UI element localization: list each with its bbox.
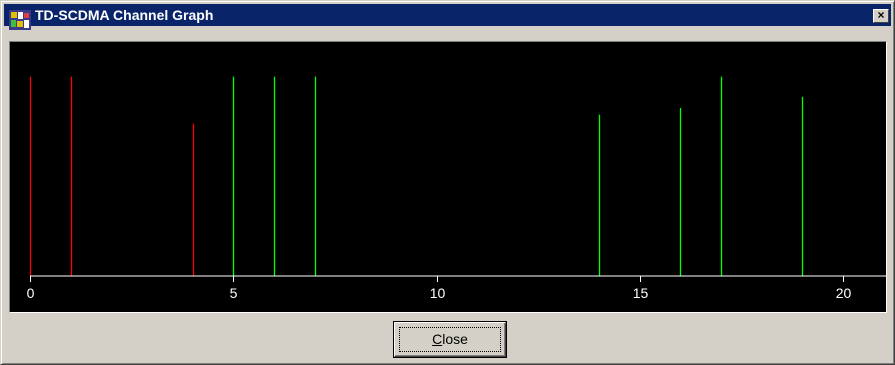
close-button-label: Close bbox=[394, 331, 506, 347]
x-tick-label-5: 5 bbox=[230, 285, 238, 301]
close-icon[interactable]: × bbox=[873, 9, 889, 23]
plot-frame: 0 5 10 15 20 bbox=[9, 41, 887, 313]
close-button[interactable]: Close bbox=[393, 321, 507, 358]
channel-chart: 0 5 10 15 20 bbox=[10, 42, 886, 312]
app-logo-icon bbox=[9, 10, 31, 30]
plot-area bbox=[10, 42, 886, 312]
x-tick-label-0: 0 bbox=[27, 285, 35, 301]
channel-graph-window: TD-SCDMA Channel Graph × 0 5 10 15 20 Close bbox=[0, 0, 895, 365]
window-title: TD-SCDMA Channel Graph bbox=[35, 7, 214, 23]
close-button-mnemonic: C bbox=[432, 331, 443, 347]
close-button-label-rest: lose bbox=[442, 331, 468, 347]
x-tick-label-15: 15 bbox=[633, 285, 649, 301]
x-tick-label-20: 20 bbox=[836, 285, 852, 301]
x-tick-label-10: 10 bbox=[430, 285, 446, 301]
